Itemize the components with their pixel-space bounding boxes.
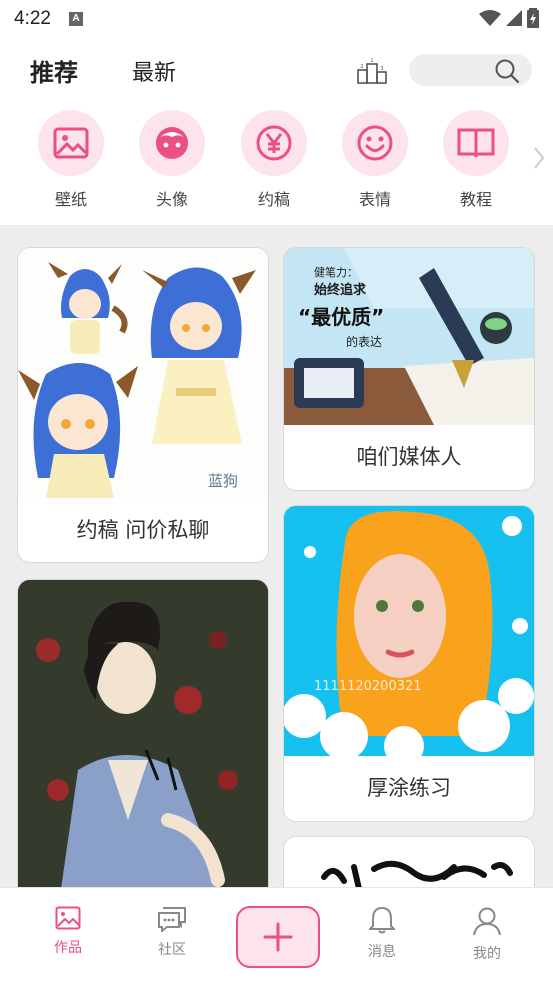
category-label: 约稿 <box>257 190 290 209</box>
category-label: 头像 <box>155 190 188 209</box>
artist-signature: 1111120200321 <box>314 679 422 694</box>
chat-icon <box>158 907 186 934</box>
create-post-button[interactable] <box>236 906 320 968</box>
artwork-image: 1111120200321 <box>284 506 534 756</box>
art-text-line: 的表达 <box>346 334 382 349</box>
card-caption: 咱们媒体人 <box>356 445 462 469</box>
face-icon <box>156 127 188 159</box>
artwork-image <box>18 580 268 887</box>
notification-icon: A <box>68 12 83 26</box>
pen-illustration: 健笔力： 始终追求 “最优质” 的表达 <box>284 248 534 425</box>
artwork-card[interactable]: 蓝狗 约稿 问价私聊 <box>18 248 268 562</box>
battery-icon <box>527 8 539 28</box>
artwork-card[interactable] <box>284 837 534 887</box>
nav-works[interactable]: 作品 <box>38 906 98 957</box>
ranking-podium-icon[interactable]: 1 2 3 <box>357 58 387 84</box>
svg-text:3: 3 <box>380 66 383 72</box>
status-time: 4:22 <box>14 8 51 29</box>
artwork-card[interactable] <box>18 580 268 887</box>
artwork-image: 健笔力： 始终追求 “最优质” 的表达 <box>284 248 534 425</box>
svg-text:2: 2 <box>360 64 363 70</box>
nav-label: 消息 <box>368 944 396 960</box>
image-icon <box>55 906 81 930</box>
artwork-card[interactable]: 1111120200321 厚涂练习 <box>284 506 534 821</box>
nav-community[interactable]: 社区 <box>142 906 202 959</box>
art-text-line: 始终追求 <box>314 282 367 298</box>
category-circle <box>139 110 205 176</box>
nav-label: 社区 <box>158 942 186 958</box>
calligraphy-illustration <box>321 860 513 887</box>
status-bar: 4:22 A <box>0 0 553 38</box>
nav-profile[interactable]: 我的 <box>457 906 517 963</box>
nav-label: 我的 <box>473 946 501 962</box>
chibi-illustration: 蓝狗 <box>18 262 256 498</box>
artist-signature: 蓝狗 <box>208 472 238 490</box>
category-circle <box>342 110 408 176</box>
search-bar[interactable] <box>409 54 532 86</box>
portrait-illustration <box>18 580 268 887</box>
tab-latest[interactable]: 最新 <box>132 55 176 87</box>
card-caption: 厚涂练习 <box>367 776 451 800</box>
category-label: 壁纸 <box>54 190 87 209</box>
svg-text:1: 1 <box>370 58 373 64</box>
book-icon <box>457 128 495 158</box>
category-circle <box>38 110 104 176</box>
category-circle <box>241 110 307 176</box>
search-icon[interactable] <box>494 58 520 84</box>
yen-icon <box>256 125 292 161</box>
painting-illustration: 1111120200321 <box>284 506 534 756</box>
tab-recommended[interactable]: 推荐 <box>30 53 78 88</box>
chevron-right-icon[interactable] <box>533 146 545 170</box>
nav-messages[interactable]: 消息 <box>352 906 412 961</box>
bell-icon <box>367 906 397 934</box>
signal-icon <box>506 10 522 26</box>
category-avatar[interactable]: 头像 <box>137 110 207 210</box>
person-icon <box>473 907 501 936</box>
art-text-line: 健笔力： <box>314 265 358 279</box>
image-icon <box>53 127 89 159</box>
artwork-image: 蓝狗 <box>18 248 268 498</box>
nav-label: 作品 <box>54 940 82 956</box>
category-emoji[interactable]: 表情 <box>340 110 410 210</box>
artwork-image <box>284 837 534 887</box>
category-wallpaper[interactable]: 壁纸 <box>36 110 106 210</box>
artwork-card[interactable]: 健笔力： 始终追求 “最优质” 的表达 咱们媒体人 <box>284 248 534 490</box>
category-tutorial[interactable]: 教程 <box>441 110 511 210</box>
category-commission[interactable]: 约稿 <box>239 110 309 210</box>
category-row: 壁纸 头像 约稿 表情 教程 <box>0 102 553 222</box>
category-circle <box>443 110 509 176</box>
card-caption: 约稿 问价私聊 <box>76 518 210 542</box>
top-header: 推荐 最新 1 2 3 <box>0 38 553 102</box>
category-label: 表情 <box>358 190 391 209</box>
category-label: 教程 <box>459 190 492 209</box>
art-text-line: “最优质” <box>298 305 384 329</box>
smile-icon <box>357 125 393 161</box>
artwork-feed[interactable]: 蓝狗 约稿 问价私聊 健笔力： 始终追求 “最优质” 的表达 咱们媒体人 111… <box>0 225 553 887</box>
wifi-icon <box>479 10 501 26</box>
plus-icon <box>263 922 293 952</box>
bottom-navigation: 作品 社区 消息 我的 <box>0 887 553 984</box>
